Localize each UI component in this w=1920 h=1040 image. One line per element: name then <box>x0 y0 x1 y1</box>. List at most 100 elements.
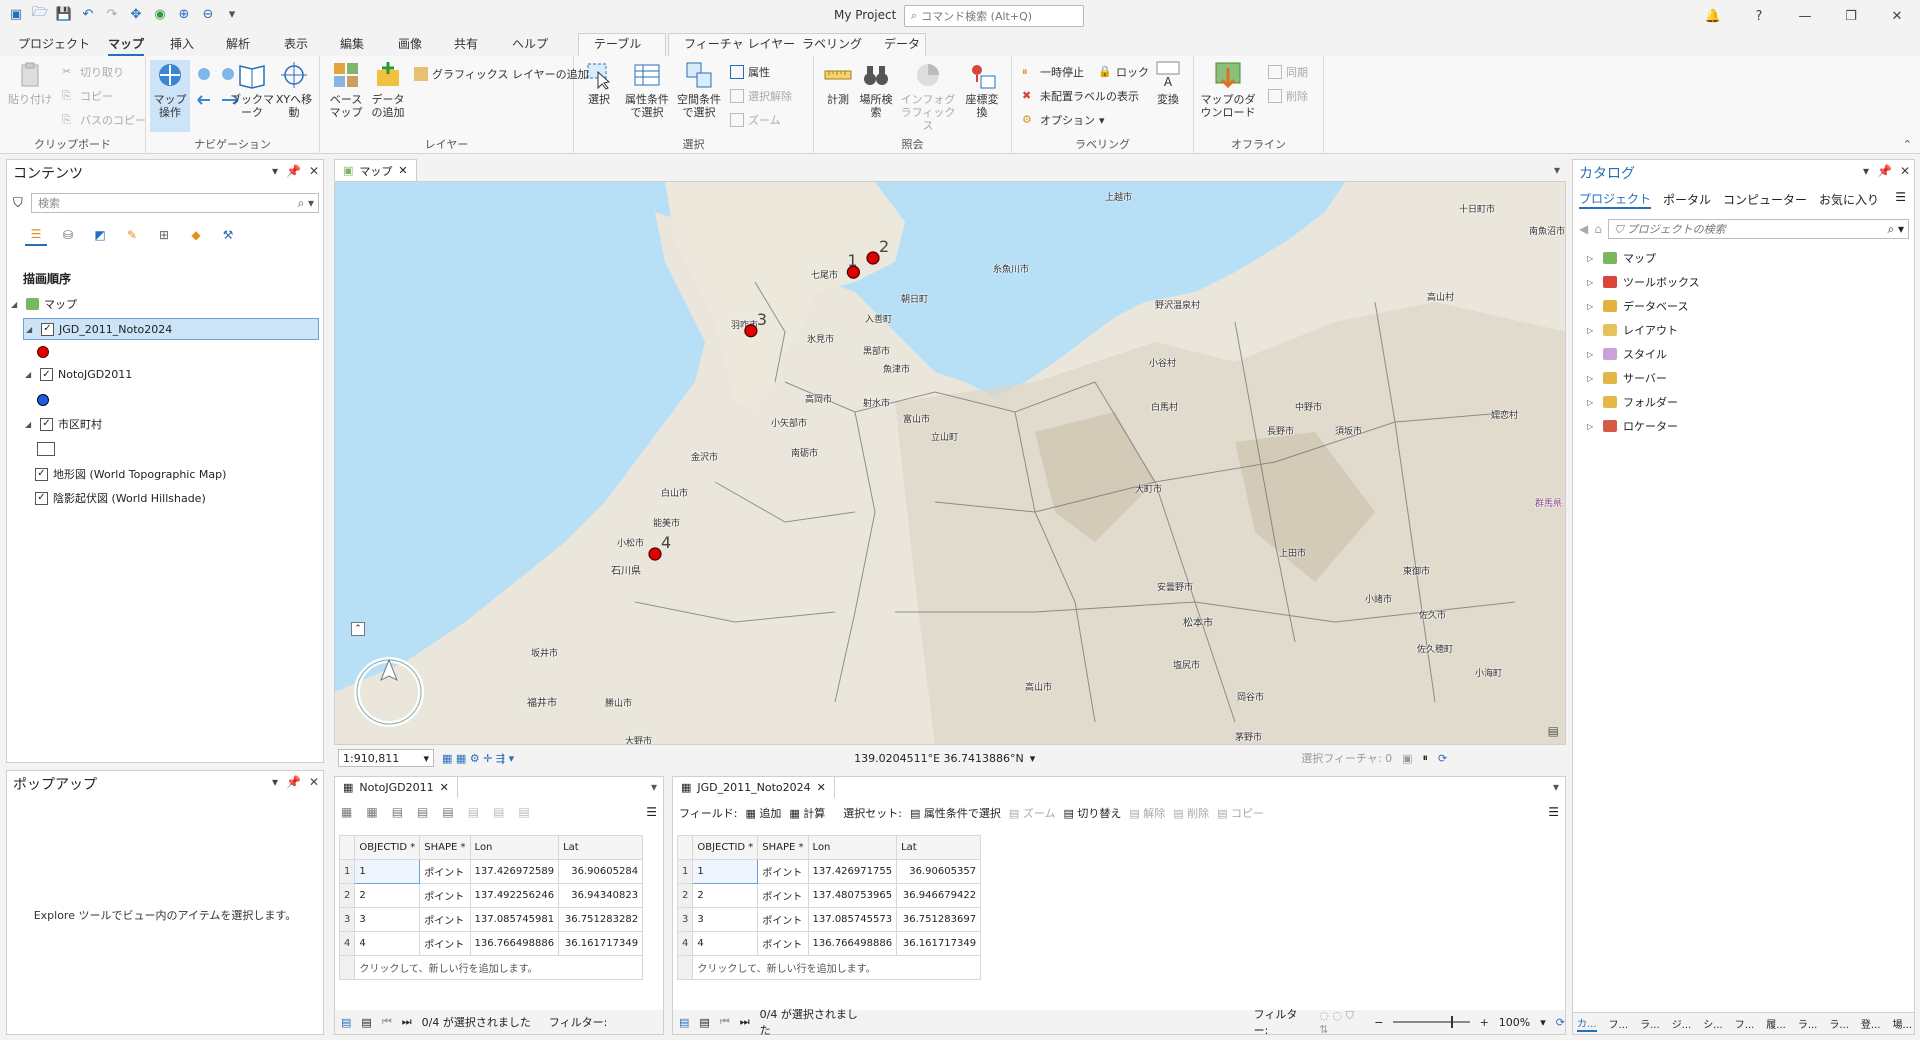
layer-notojgd2011[interactable]: ◢ ✓ NotoJGD2011 <box>25 368 132 381</box>
row-number[interactable]: 2 <box>676 883 694 908</box>
select-by-attributes-button[interactable]: 属性条件で選択 <box>622 60 672 119</box>
layer-visibility-checkbox[interactable]: ✓ <box>41 322 54 336</box>
row-number[interactable]: 3 <box>676 907 694 932</box>
catalog-tab-project[interactable]: プロジェクト <box>1579 190 1652 209</box>
catalog-item-layouts[interactable]: ▷ レイアウト <box>1587 322 1678 338</box>
feature-point[interactable] <box>866 251 880 265</box>
chevron-down-icon[interactable]: ▾ <box>1030 752 1036 765</box>
open-folder-icon[interactable]: 🗁 <box>32 5 48 22</box>
explore-tool-icon[interactable]: ✥ <box>128 6 144 22</box>
table-row[interactable]: 3 3 ポイント 137.085745573 36.751283697 <box>676 907 982 932</box>
catalog-item-folders[interactable]: ▷ フォルダー <box>1587 394 1678 410</box>
row-number[interactable]: 4 <box>676 931 694 956</box>
table-row[interactable]: 1 1 ポイント 137.426971755 36.90605357 <box>676 859 982 884</box>
save-icon[interactable]: 💾 <box>56 6 72 22</box>
close-button[interactable]: ✕ <box>1874 0 1920 32</box>
home-icon[interactable]: ⌂ <box>1594 222 1602 236</box>
convert-coordinates-button[interactable]: 座標変換 <box>962 60 1002 119</box>
row-number[interactable]: 1 <box>676 859 694 884</box>
customize-qat-icon[interactable]: ▾ <box>224 6 240 22</box>
infographics-button[interactable]: インフォグラフィックス <box>898 60 958 132</box>
chevron-down-icon[interactable]: ▾ <box>1554 163 1560 177</box>
catalog-item-styles[interactable]: ▷ スタイル <box>1587 346 1667 362</box>
close-icon[interactable]: ✕ <box>1900 164 1910 178</box>
tab-imagery[interactable]: 画像 <box>398 34 422 56</box>
dock-tab[interactable]: ラ... <box>1829 1016 1849 1031</box>
goto-xy-button[interactable]: XYへ移動 <box>274 60 314 119</box>
convert-labels-button[interactable]: A 変換 <box>1150 60 1186 106</box>
select-button[interactable]: 選択 <box>584 60 614 106</box>
zoom-out-table-icon[interactable]: − <box>1374 1016 1383 1029</box>
row-number[interactable]: 1 <box>338 859 356 884</box>
column-header[interactable]: OBJECTID * <box>692 835 759 860</box>
cut-button[interactable]: ✂ 切り取り <box>62 62 124 82</box>
tab-share[interactable]: 共有 <box>454 34 478 56</box>
expand-icon[interactable]: ◢ <box>26 325 36 334</box>
select-by-location-button[interactable]: 空間条件で選択 <box>674 60 724 119</box>
catalog-item-toolboxes[interactable]: ▷ ツールボックス <box>1587 274 1700 290</box>
dock-tab[interactable]: 場... <box>1892 1016 1912 1031</box>
table-row[interactable]: 3 3 ポイント 137.085745981 36.751283282 <box>338 907 644 932</box>
expand-icon[interactable]: ▷ <box>1587 398 1597 407</box>
filter-icon[interactable]: ⛉ <box>13 196 31 211</box>
list-by-labeling-icon[interactable]: ◆ <box>185 224 207 246</box>
minimize-button[interactable]: — <box>1782 0 1828 32</box>
show-all-icon[interactable]: ▤ <box>679 1016 689 1029</box>
scale-selector[interactable]: 1:910,811 ▾ <box>338 749 434 767</box>
select-by-attr-icon[interactable]: ▤ <box>392 805 403 819</box>
expand-icon[interactable]: ▷ <box>1587 422 1597 431</box>
close-icon[interactable]: ✕ <box>309 775 319 789</box>
back-icon[interactable]: ◀ <box>1579 222 1588 236</box>
show-selected-icon[interactable]: ▤ <box>699 1016 709 1029</box>
add-data-button[interactable]: データの追加 <box>368 60 408 119</box>
pin-icon[interactable]: 📌 <box>1877 164 1892 178</box>
expand-icon[interactable]: ▷ <box>1587 254 1597 263</box>
tab-notojgd2011[interactable]: ▦ NotoJGD2011 ✕ <box>334 776 458 798</box>
basemap-button[interactable]: ベースマップ <box>326 60 366 119</box>
tab-edit[interactable]: 編集 <box>340 34 364 56</box>
expand-icon[interactable]: ◢ <box>11 300 21 309</box>
row-number[interactable]: 4 <box>338 931 356 956</box>
undo-icon[interactable]: ↶ <box>80 6 96 22</box>
expand-icon[interactable]: ▷ <box>1587 374 1597 383</box>
dock-tab[interactable]: フ... <box>1735 1016 1755 1031</box>
column-header[interactable]: OBJECTID * <box>354 835 421 860</box>
restore-button[interactable]: ❐ <box>1828 0 1874 32</box>
full-extent-icon[interactable]: ◉ <box>152 6 168 22</box>
expand-icon[interactable]: ◢ <box>25 420 35 429</box>
list-by-drawing-order-icon[interactable]: ☰ <box>25 224 47 246</box>
new-project-icon[interactable]: ▣ <box>8 6 24 22</box>
dock-tab[interactable]: シ... <box>1703 1016 1723 1031</box>
layer-visibility-checkbox[interactable]: ✓ <box>35 491 48 505</box>
field-view-icon[interactable]: ▦ <box>341 805 352 819</box>
catalog-tab-computer[interactable]: コンピューター <box>1723 191 1807 208</box>
first-record-icon[interactable]: ⏮ <box>382 1015 392 1029</box>
catalog-item-servers[interactable]: ▷ サーバー <box>1587 370 1667 386</box>
dock-tab[interactable]: ジ... <box>1672 1016 1692 1031</box>
collapse-ribbon-icon[interactable]: ⌃ <box>1903 138 1912 151</box>
show-selected-icon[interactable]: ▤ <box>361 1016 371 1029</box>
unplaced-labels-button[interactable]: ✖ 未配置ラベルの表示 <box>1022 86 1139 106</box>
table-row[interactable]: 4 4 ポイント 136.766498886 36.161717349 <box>676 931 982 956</box>
catalog-item-locators[interactable]: ▷ ロケーター <box>1587 418 1678 434</box>
show-all-icon[interactable]: ▤ <box>341 1016 351 1029</box>
tab-insert[interactable]: 挿入 <box>170 34 194 56</box>
last-record-icon[interactable]: ⏭ <box>740 1015 750 1029</box>
dock-tab[interactable]: フ... <box>1609 1016 1629 1031</box>
dock-tab[interactable]: 登... <box>1861 1016 1881 1031</box>
list-by-editing-icon[interactable]: ✎ <box>121 224 143 246</box>
zoom-out-icon[interactable]: ⊖ <box>200 6 216 22</box>
zoom-in-table-icon[interactable]: + <box>1480 1016 1489 1029</box>
layer-world-topographic[interactable]: ✓ 地形図 (World Topographic Map) <box>35 466 226 482</box>
add-row[interactable]: クリックして、新しい行を追加します。 <box>676 955 982 980</box>
tab-map-view[interactable]: ▣ マップ ✕ <box>334 159 417 181</box>
pane-options-icon[interactable]: ▾ <box>272 775 278 789</box>
labeling-options-button[interactable]: ⚙ オプション ▾ <box>1022 110 1105 130</box>
pause-drawing-icon[interactable]: ⏸ <box>1423 751 1429 765</box>
measure-button[interactable]: 計測 <box>820 60 856 106</box>
table-row[interactable]: 4 4 ポイント 136.766498886 36.161717349 <box>338 931 644 956</box>
switch-selection-icon[interactable]: ▤ <box>442 805 453 819</box>
feature-point[interactable] <box>648 547 662 561</box>
pane-options-icon[interactable]: ▾ <box>272 164 278 178</box>
feature-point[interactable] <box>744 324 758 338</box>
